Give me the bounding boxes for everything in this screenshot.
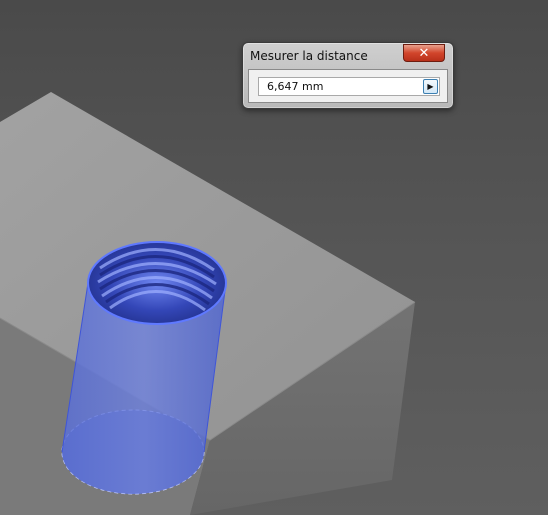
arrow-right-icon: ▶ xyxy=(427,81,434,91)
distance-value: 6,647 mm xyxy=(267,80,324,93)
dialog-body: 6,647 mm ▶ xyxy=(248,69,448,103)
close-icon: ✕ xyxy=(418,45,430,61)
expand-button[interactable]: ▶ xyxy=(423,79,438,94)
dialog-title: Mesurer la distance xyxy=(250,49,368,63)
measure-distance-dialog[interactable]: Mesurer la distance ✕ 6,647 mm ▶ xyxy=(242,42,454,109)
close-button[interactable]: ✕ xyxy=(403,44,445,62)
distance-value-field[interactable]: 6,647 mm ▶ xyxy=(258,77,440,96)
